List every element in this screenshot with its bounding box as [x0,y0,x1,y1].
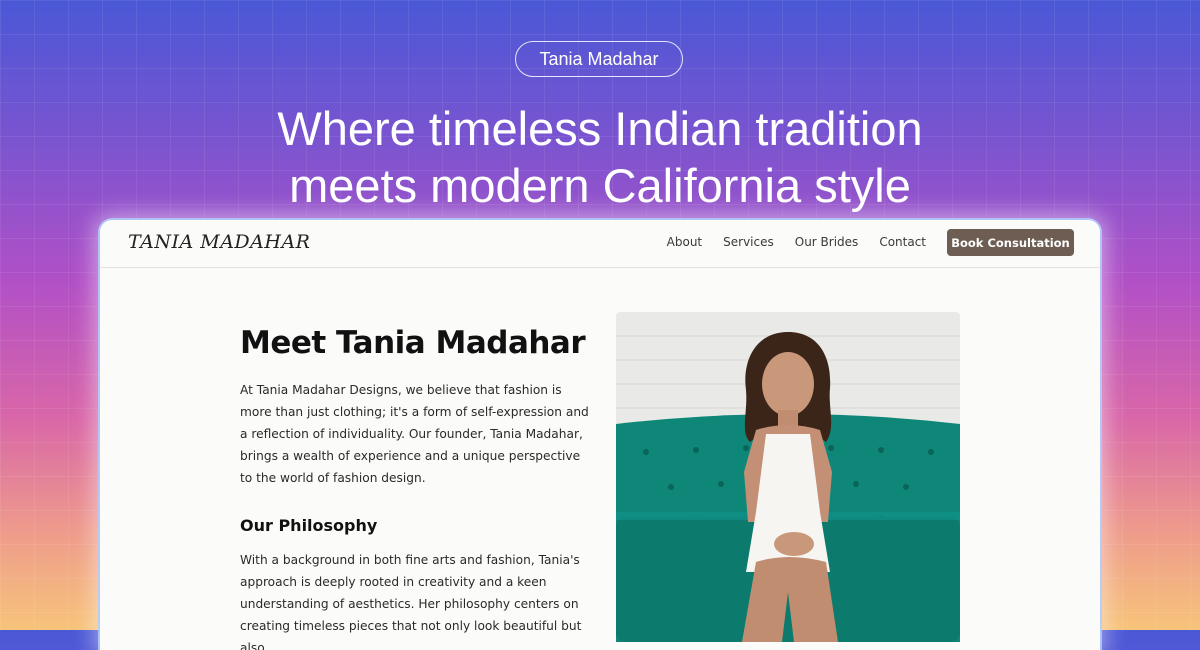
nav-links: About Services Our Brides Contact [667,235,926,249]
nav-link-contact[interactable]: Contact [879,235,926,249]
section-title: Meet Tania Madahar [240,325,586,361]
philosophy-heading: Our Philosophy [240,516,378,535]
nav-link-our-brides[interactable]: Our Brides [795,235,859,249]
about-section: Meet Tania Madahar At Tania Madahar Desi… [240,325,590,650]
book-consultation-button[interactable]: Book Consultation [947,229,1074,256]
name-badge: Tania Madahar [515,41,683,77]
nav-link-services[interactable]: Services [723,235,774,249]
headline-line-1: Where timeless Indian tradition [277,102,923,155]
website-preview: TANIA MADAHAR About Services Our Brides … [100,220,1100,650]
hero-headline: Where timeless Indian tradition meets mo… [200,100,1000,214]
philosophy-paragraph: With a background in both fine arts and … [240,553,582,650]
nav-link-about[interactable]: About [667,235,702,249]
site-navbar: TANIA MADAHAR About Services Our Brides … [100,220,1100,268]
intro-paragraph: At Tania Madahar Designs, we believe tha… [240,383,589,485]
founder-photo [616,312,960,642]
site-logo[interactable]: TANIA MADAHAR [128,231,310,253]
headline-line-2: meets modern California style [289,159,911,212]
